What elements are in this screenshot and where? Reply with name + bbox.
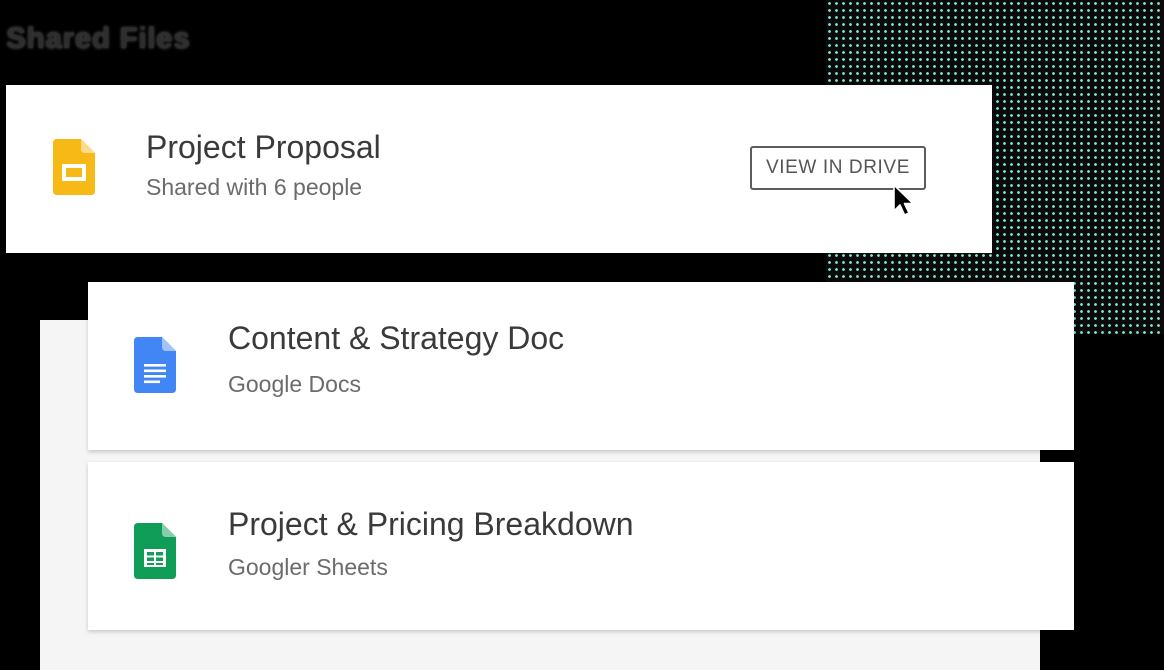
file-card-project-pricing-breakdown[interactable]: Project & Pricing Breakdown Googler Shee… <box>88 462 1074 630</box>
file-sharing-status: Shared with 6 people <box>146 174 363 200</box>
file-title: Project Proposal <box>146 129 381 165</box>
google-slides-icon <box>53 139 95 195</box>
file-card-project-proposal[interactable]: Project Proposal Shared with 6 people VI… <box>6 85 992 253</box>
file-title: Content & Strategy Doc <box>228 320 565 356</box>
file-title: Project & Pricing Breakdown <box>228 506 634 542</box>
section-title: Shared Files <box>6 22 191 55</box>
file-type: Googler Sheets <box>228 554 388 580</box>
google-sheets-icon <box>134 523 176 579</box>
google-docs-icon <box>134 337 176 393</box>
file-type: Google Docs <box>228 371 361 397</box>
file-card-content-strategy-doc[interactable]: Content & Strategy Doc Google Docs <box>88 282 1074 450</box>
mouse-pointer-icon <box>893 184 914 216</box>
